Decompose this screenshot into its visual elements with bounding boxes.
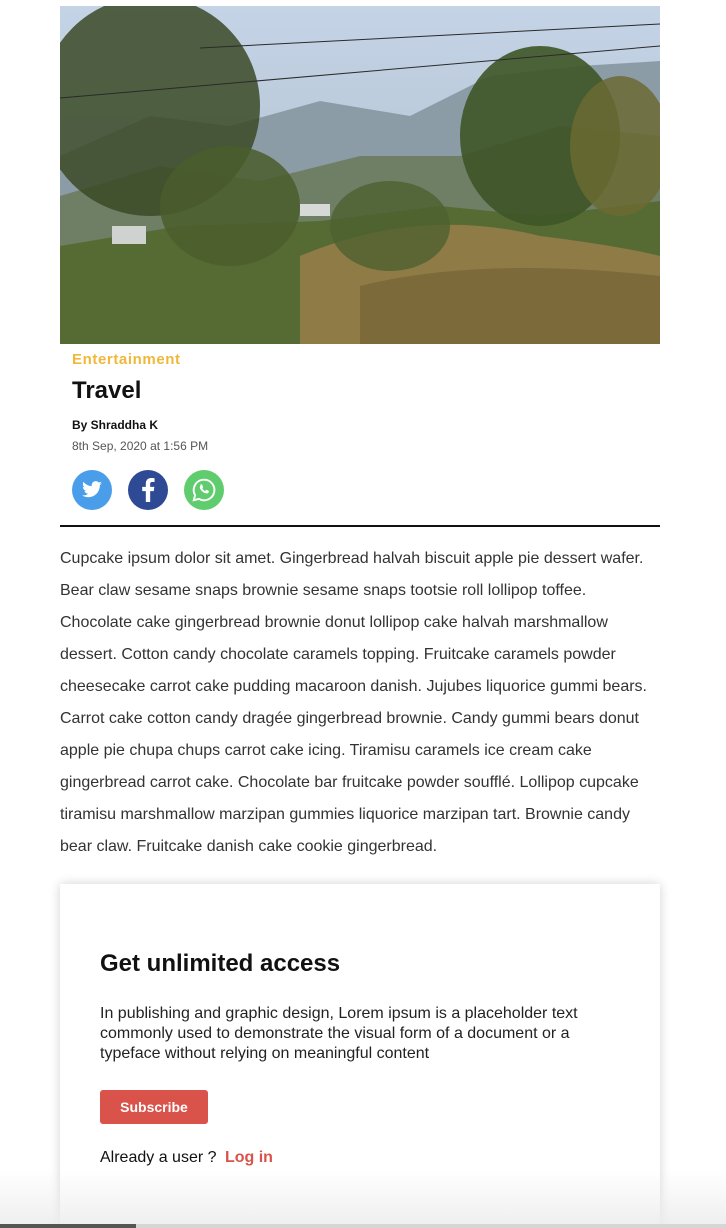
twitter-icon	[82, 481, 102, 498]
article-body: Cupcake ipsum dolor sit amet. Gingerbrea…	[60, 550, 647, 855]
twitter-share-button[interactable]	[72, 470, 112, 510]
scroll-progress-bar	[0, 1224, 726, 1228]
article-date: 8th Sep, 2020 at 1:56 PM	[72, 439, 209, 453]
article-title: Travel	[72, 377, 142, 404]
article-hero-image	[60, 6, 660, 344]
login-prompt: Already a user ? Log in	[100, 1149, 273, 1167]
article-byline: By Shraddha K	[72, 418, 159, 432]
article-category[interactable]: Entertainment	[72, 351, 181, 368]
share-buttons	[72, 470, 224, 510]
paywall-description: In publishing and graphic design, Lorem …	[100, 1005, 578, 1062]
subscribe-button[interactable]: Subscribe	[100, 1090, 208, 1124]
paywall-card: Get unlimited access In publishing and g…	[60, 884, 660, 1228]
scroll-progress-fill	[0, 1224, 136, 1228]
whatsapp-icon	[192, 478, 216, 502]
facebook-share-button[interactable]	[128, 470, 168, 510]
login-link[interactable]: Log in	[225, 1149, 273, 1166]
whatsapp-share-button[interactable]	[184, 470, 224, 510]
paywall-title: Get unlimited access	[100, 950, 341, 977]
already-user-label: Already a user ?	[100, 1149, 217, 1166]
facebook-icon	[142, 478, 155, 502]
article-divider	[60, 525, 660, 527]
hero-photo	[60, 6, 660, 344]
